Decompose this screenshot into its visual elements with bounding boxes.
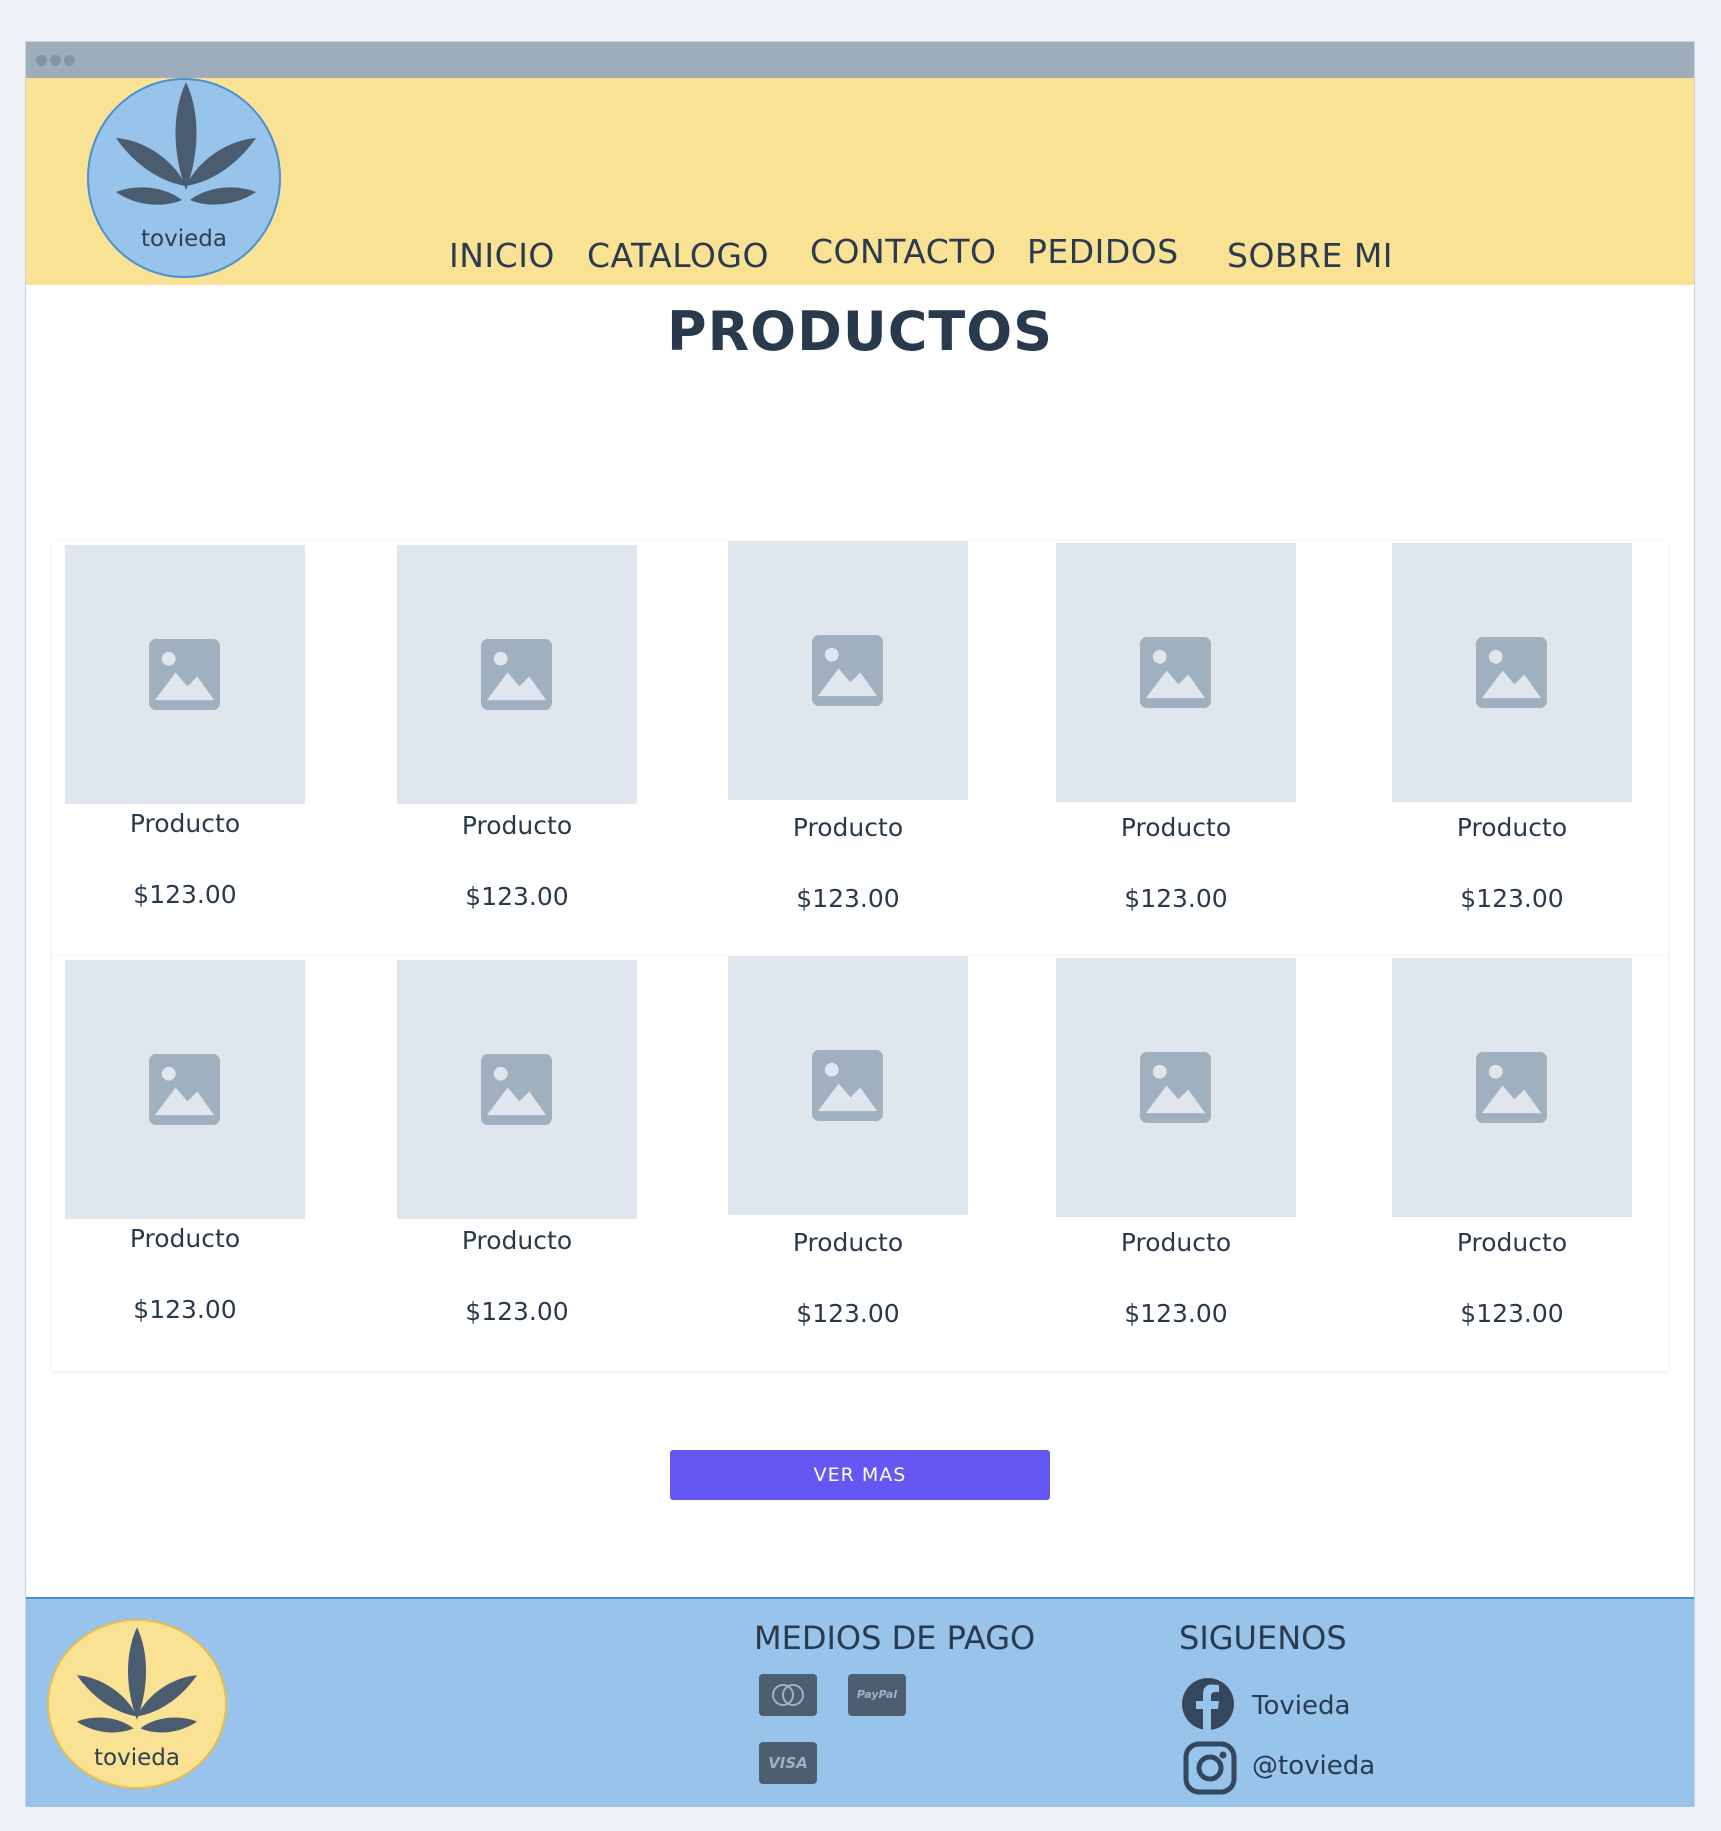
image-placeholder-icon [1476, 1052, 1547, 1123]
instagram-label[interactable]: @tovieda [1252, 1751, 1375, 1781]
product-name: Producto [1456, 813, 1568, 842]
window-dot-icon[interactable] [36, 55, 47, 66]
product-price: $123.00 [1124, 1299, 1228, 1328]
product-price: $123.00 [133, 1295, 237, 1324]
leaf-icon [116, 82, 256, 205]
product-row: Producto $123.00 Producto $123.00 Produc… [52, 541, 1668, 956]
product-price: $123.00 [796, 1299, 900, 1328]
product-image[interactable] [1392, 543, 1632, 802]
product-image[interactable] [1056, 543, 1296, 802]
image-placeholder-icon [812, 1050, 883, 1121]
image-placeholder-icon [1476, 637, 1547, 708]
nav-contacto[interactable]: CONTACTO [810, 232, 996, 271]
product-price: $123.00 [465, 882, 569, 911]
product-row: Producto $123.00 Producto $123.00 Produc… [52, 956, 1668, 1371]
product-name: Producto [1120, 813, 1232, 842]
nav-sobre-mi[interactable]: SOBRE MI [1227, 236, 1393, 275]
mastercard-icon [759, 1674, 817, 1716]
image-placeholder-icon [149, 639, 220, 710]
product-name: Producto [461, 1226, 573, 1255]
product-price: $123.00 [465, 1297, 569, 1326]
product-price: $123.00 [133, 880, 237, 909]
product-image[interactable] [65, 960, 305, 1219]
product-image[interactable] [397, 545, 637, 804]
nav-pedidos[interactable]: PEDIDOS [1027, 232, 1179, 271]
window-titlebar [26, 42, 1694, 78]
nav-inicio[interactable]: INICIO [449, 236, 555, 275]
footer-brand-logo[interactable]: tovieda [47, 1619, 227, 1789]
window-dot-icon[interactable] [64, 55, 75, 66]
payments-title: MEDIOS DE PAGO [754, 1619, 1036, 1657]
product-price: $123.00 [1460, 884, 1564, 913]
product-image[interactable] [1392, 958, 1632, 1217]
image-placeholder-icon [481, 1054, 552, 1125]
product-name: Producto [461, 811, 573, 840]
page-title: PRODUCTOS [667, 300, 1053, 363]
image-placeholder-icon [149, 1054, 220, 1125]
paypal-icon: PayPal [848, 1674, 906, 1716]
product-price: $123.00 [1460, 1299, 1564, 1328]
facebook-icon[interactable] [1181, 1677, 1235, 1731]
footer-brand-logo-text: tovieda [94, 1745, 180, 1771]
instagram-icon[interactable] [1183, 1741, 1237, 1795]
image-placeholder-icon [1140, 637, 1211, 708]
browser-window: tovieda INICIO CATALOGO CONTACTO PEDIDOS… [25, 41, 1695, 1807]
product-name: Producto [1456, 1228, 1568, 1257]
product-name: Producto [792, 813, 904, 842]
product-price: $123.00 [1124, 884, 1228, 913]
product-image[interactable] [397, 960, 637, 1219]
product-name: Producto [792, 1228, 904, 1257]
brand-logo-text: tovieda [141, 226, 227, 252]
product-image[interactable] [65, 545, 305, 804]
product-name: Producto [129, 809, 241, 838]
product-image[interactable] [728, 956, 968, 1215]
facebook-label[interactable]: Tovieda [1252, 1691, 1350, 1721]
visa-icon: VISA [759, 1742, 817, 1784]
ver-mas-button[interactable]: VER MAS [670, 1450, 1050, 1500]
product-name: Producto [1120, 1228, 1232, 1257]
social-title: SIGUENOS [1179, 1619, 1347, 1657]
image-placeholder-icon [1140, 1052, 1211, 1123]
image-placeholder-icon [812, 635, 883, 706]
product-name: Producto [129, 1224, 241, 1253]
product-image[interactable] [728, 541, 968, 800]
product-price: $123.00 [796, 884, 900, 913]
window-dot-icon[interactable] [50, 55, 61, 66]
nav-catalogo[interactable]: CATALOGO [587, 236, 769, 275]
site-header: tovieda INICIO CATALOGO CONTACTO PEDIDOS… [26, 78, 1694, 285]
site-footer: tovieda MEDIOS DE PAGO PayPal VISA SIGUE… [26, 1597, 1694, 1807]
image-placeholder-icon [481, 639, 552, 710]
brand-logo[interactable]: tovieda [87, 78, 281, 278]
product-image[interactable] [1056, 958, 1296, 1217]
leaf-icon [77, 1627, 197, 1733]
